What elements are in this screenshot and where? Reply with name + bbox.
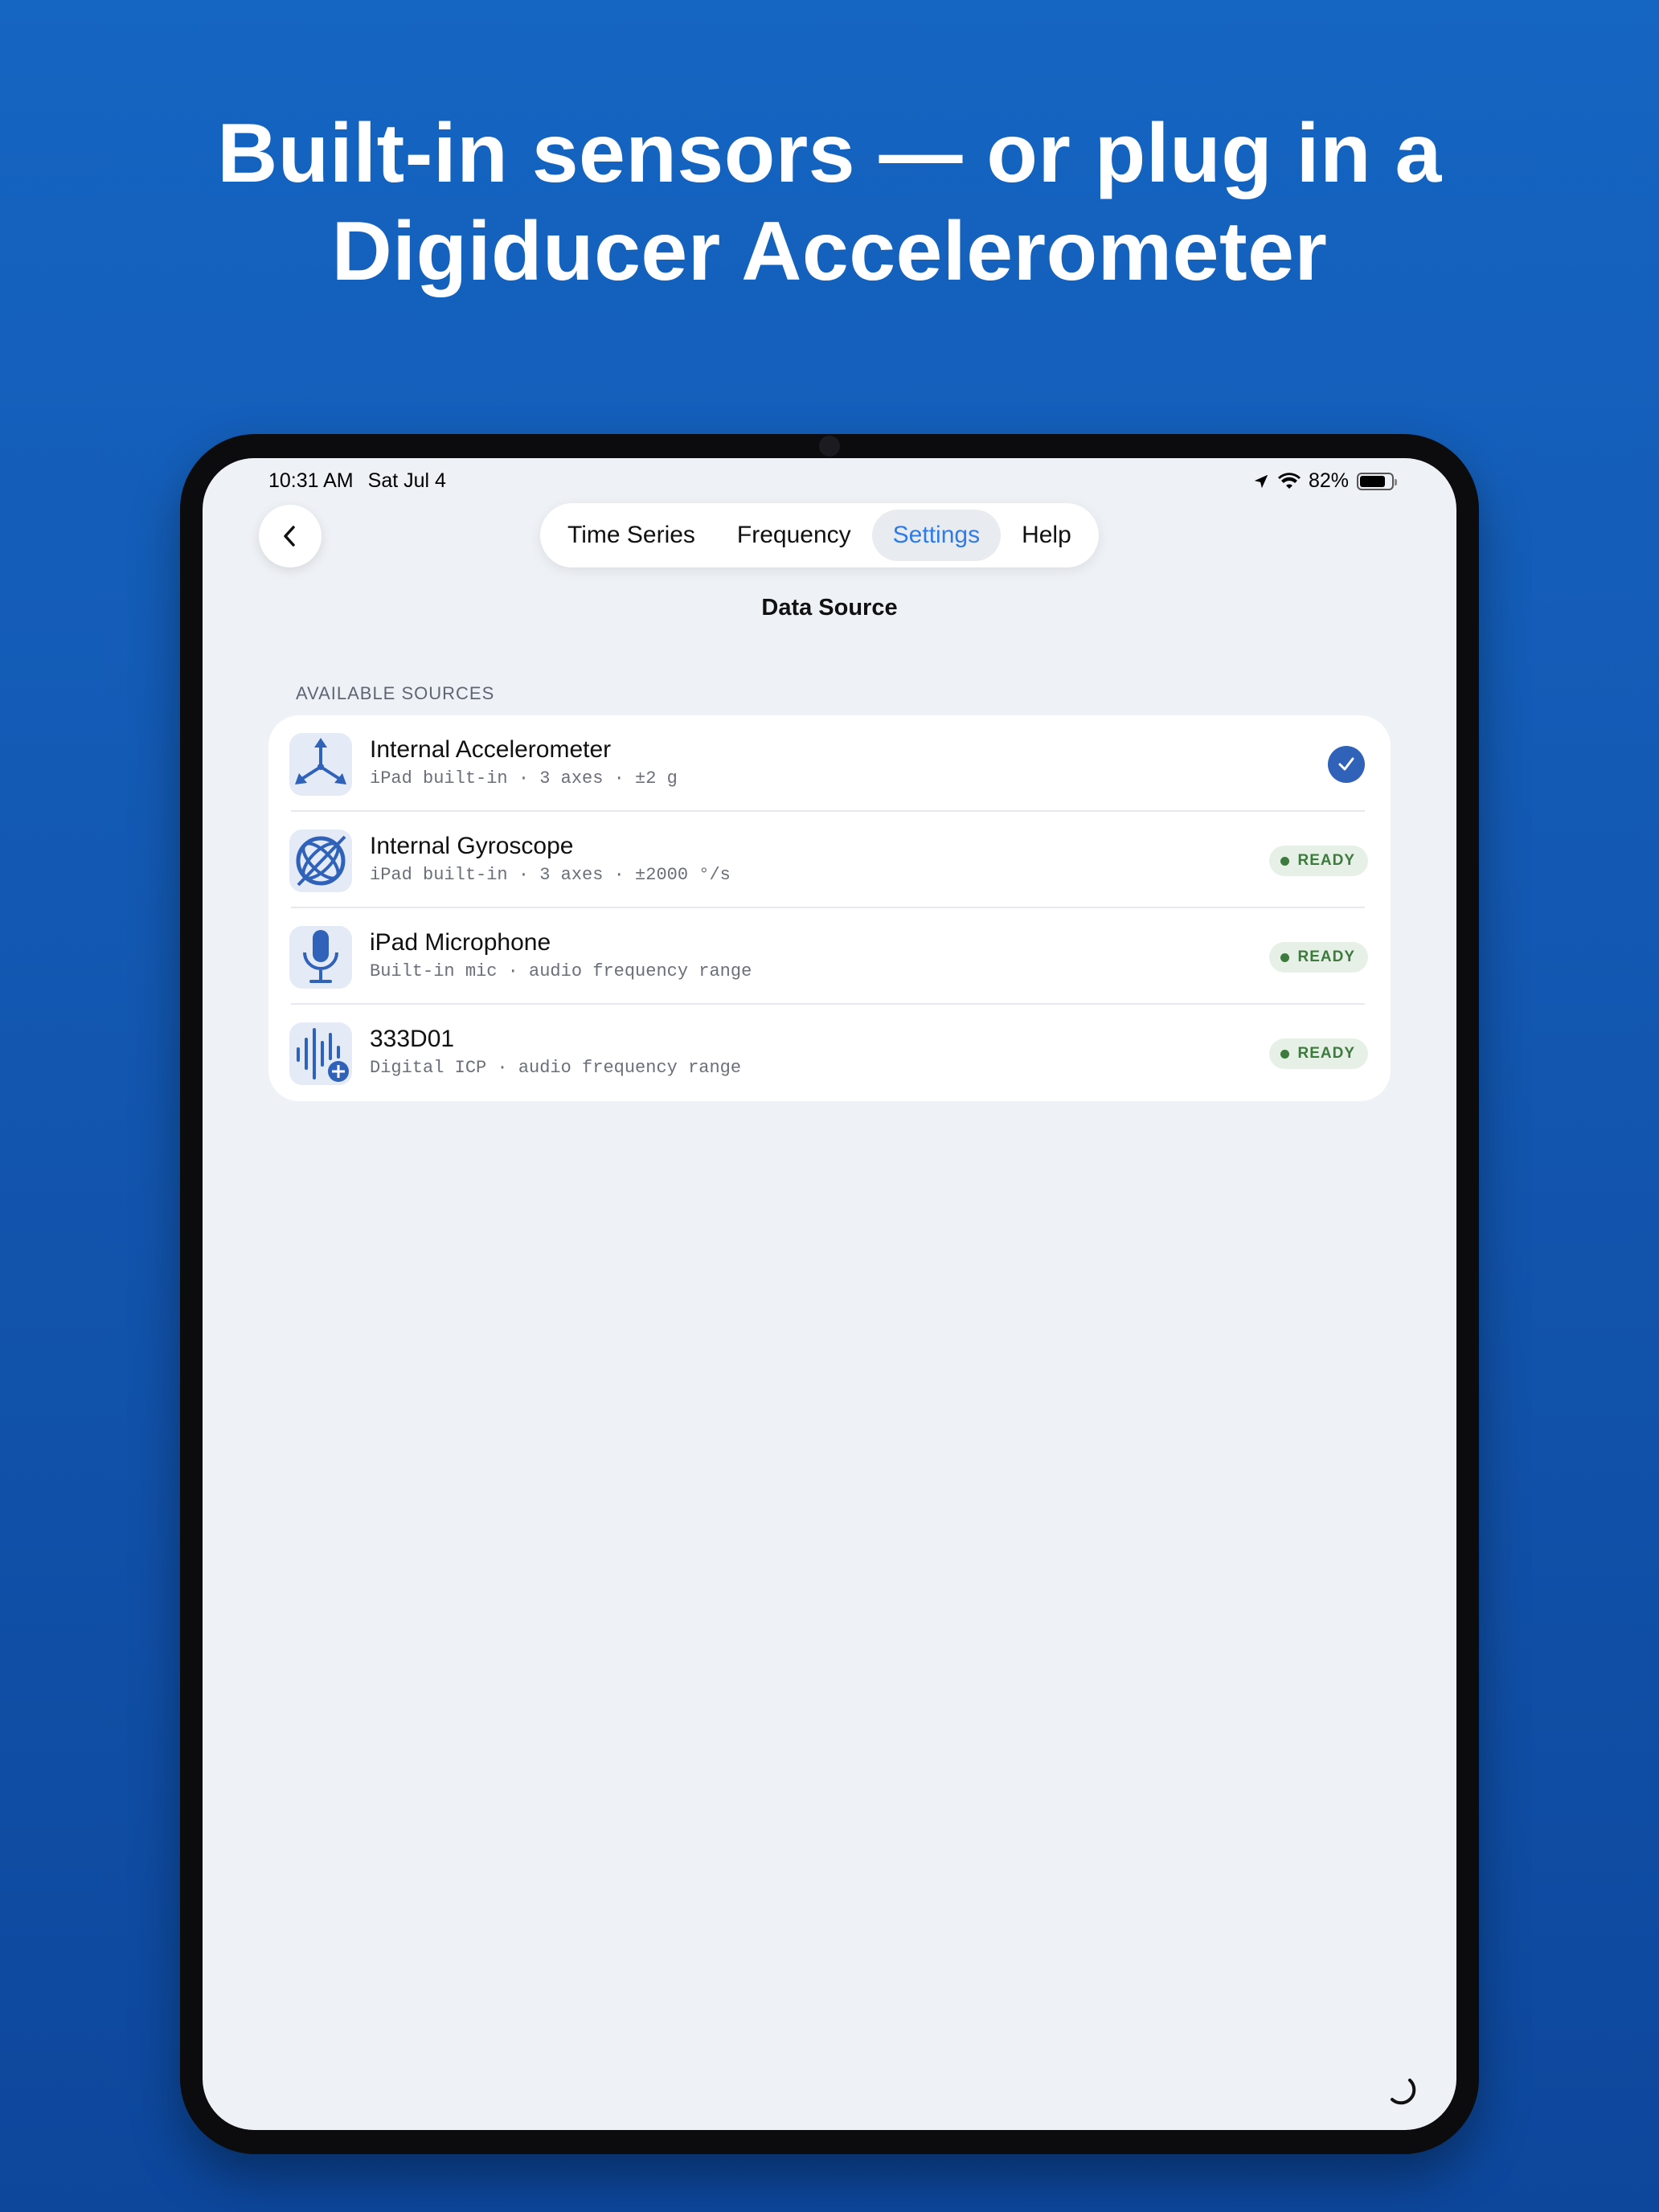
wifi-icon (1277, 472, 1301, 489)
headline-line-1: Built-in sensors — or plug in a (217, 107, 1442, 200)
tab-settings[interactable]: Settings (871, 510, 1002, 561)
battery-percent: 82% (1308, 469, 1349, 492)
status-dot (1280, 856, 1290, 866)
status-dot (1280, 952, 1290, 962)
microphone-icon (289, 926, 352, 989)
status-bar-right: 82% (1252, 469, 1397, 493)
tab-frequency[interactable]: Frequency (716, 510, 872, 561)
source-subtitle: iPad built-in · 3 axes · ±2 g (370, 768, 678, 789)
list-item-333d01[interactable]: 333D01 Digital ICP · audio frequency ran… (268, 1005, 1391, 1101)
accelerometer-icon (289, 733, 352, 796)
status-badge: READY (1269, 1038, 1368, 1069)
selected-checkmark-icon (1328, 746, 1365, 783)
tab-help[interactable]: Help (1001, 510, 1092, 561)
section-label: AVAILABLE SOURCES (296, 683, 495, 703)
gyroscope-icon (289, 830, 352, 892)
digiducer-waveform-icon (289, 1022, 352, 1085)
status-badge-label: READY (1297, 1045, 1355, 1062)
source-title: iPad Microphone (370, 929, 551, 956)
tab-time-series[interactable]: Time Series (547, 510, 716, 561)
status-badge-label: READY (1297, 948, 1355, 965)
headline: Built-in sensors — or plug in a Digiduce… (0, 104, 1659, 301)
status-bar-left: 10:31 AM Sat Jul 4 (268, 469, 461, 493)
location-arrow-icon (1254, 474, 1268, 488)
headline-line-2: Digiducer Accelerometer (331, 205, 1328, 298)
status-badge: READY (1269, 942, 1368, 973)
segmented-tab-bar: Time Series Frequency Settings Help (540, 503, 1099, 567)
battery-icon (1357, 472, 1397, 490)
camera-dot (819, 436, 840, 457)
sources-card: Internal Accelerometer iPad built-in · 3… (268, 715, 1391, 1101)
page-title: Data Source (761, 595, 898, 621)
list-item-ipad-microphone[interactable]: iPad Microphone Built-in mic · audio fre… (268, 908, 1391, 1005)
ipad-screen: 10:31 AM Sat Jul 4 82% Time Series Freque… (203, 458, 1456, 2130)
list-item-internal-accelerometer[interactable]: Internal Accelerometer iPad built-in · 3… (268, 715, 1391, 812)
source-title: 333D01 (370, 1026, 455, 1052)
loading-spinner-icon (1391, 2079, 1416, 2105)
status-time: 10:31 AM (268, 469, 354, 492)
status-dot (1280, 1049, 1290, 1059)
status-badge: READY (1269, 846, 1368, 876)
source-subtitle: Built-in mic · audio frequency range (370, 961, 752, 981)
source-subtitle: iPad built-in · 3 axes · ±2000 °/s (370, 865, 731, 885)
status-date: Sat Jul 4 (367, 469, 446, 492)
source-title: Internal Accelerometer (370, 736, 612, 763)
source-title: Internal Gyroscope (370, 833, 574, 859)
source-subtitle: Digital ICP · audio frequency range (370, 1058, 742, 1078)
chevron-left-icon (284, 526, 295, 547)
back-button[interactable] (259, 505, 322, 567)
list-item-internal-gyroscope[interactable]: Internal Gyroscope iPad built-in · 3 axe… (268, 812, 1391, 908)
status-badge-label: READY (1297, 852, 1355, 869)
